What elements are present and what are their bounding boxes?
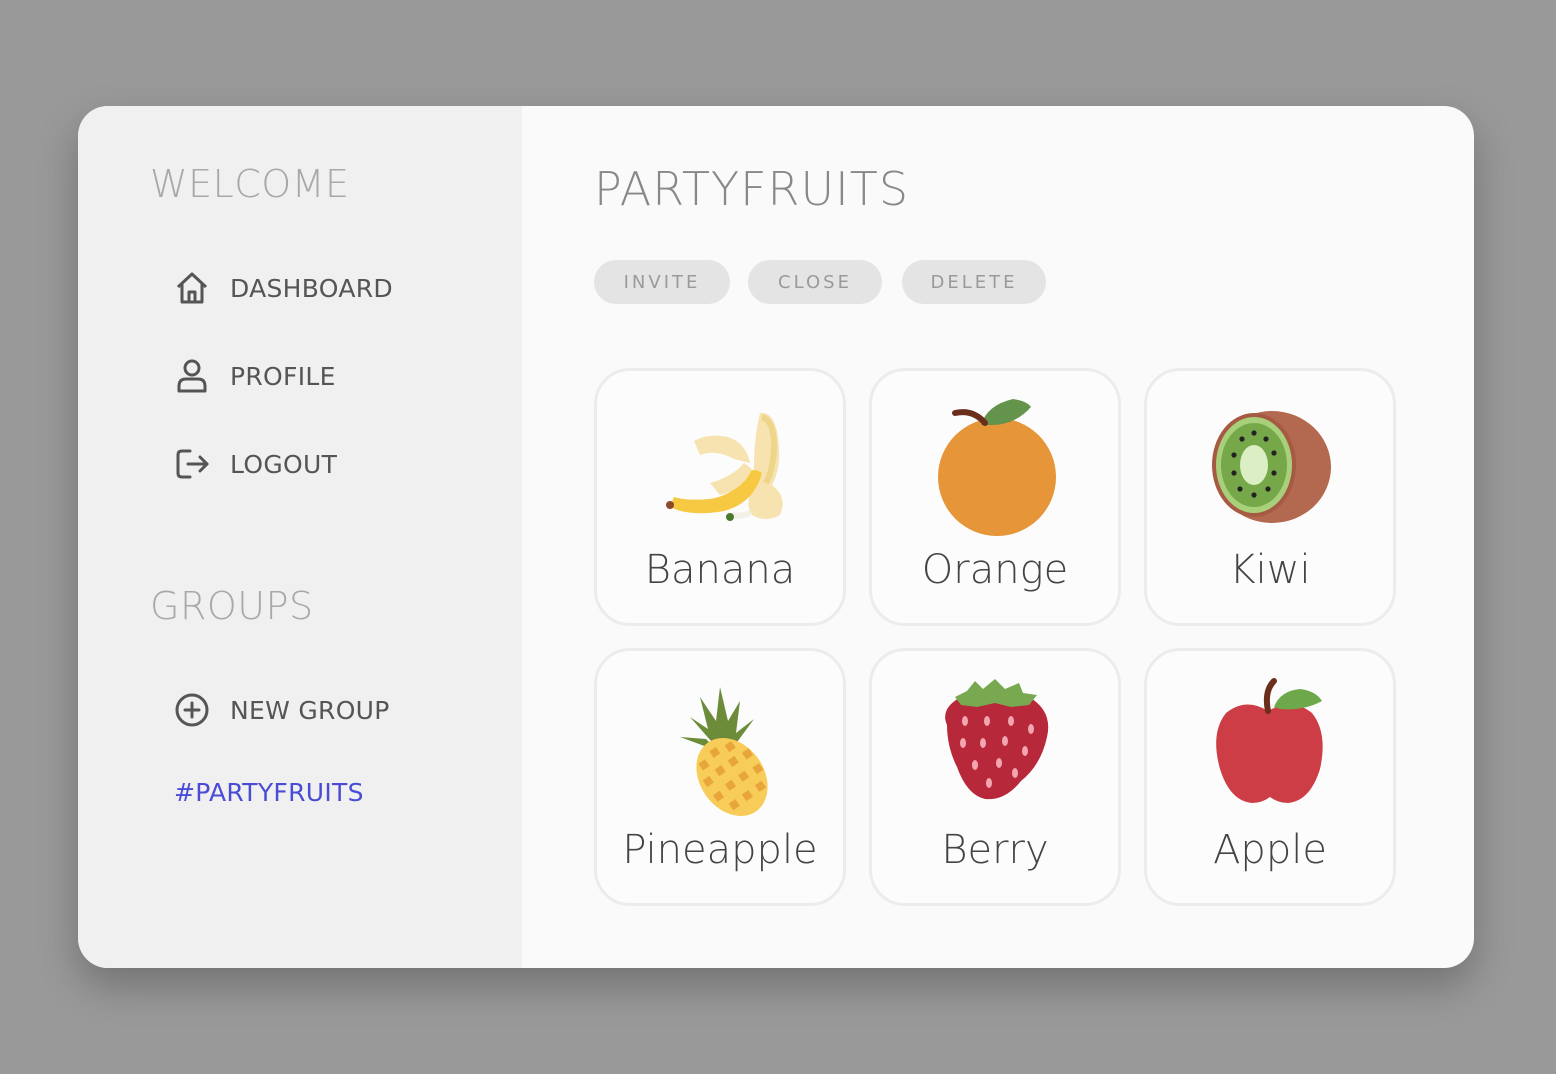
plus-circle-icon [174, 690, 214, 730]
orange-icon [938, 399, 1056, 536]
nav-label-profile: PROFILE [230, 361, 336, 391]
welcome-heading: WELCOME [150, 162, 350, 206]
new-group-button[interactable]: NEW GROUP [174, 690, 390, 730]
close-button[interactable]: CLOSE [748, 260, 882, 304]
fruit-label-berry: Berry [941, 827, 1049, 873]
logout-icon [174, 444, 214, 484]
fruit-card-berry[interactable]: Berry [869, 648, 1121, 906]
nav-item-logout[interactable]: LOGOUT [174, 444, 337, 484]
banana-icon [666, 412, 783, 521]
page-title: PARTYFRUITS [594, 162, 910, 216]
group-link-partyfruits[interactable]: #PARTYFRUITS [174, 778, 364, 807]
fruit-card-banana[interactable]: Banana [594, 368, 846, 626]
app-window: WELCOME DASHBOARD PROFILE LOGOUT GROUPS … [78, 106, 1474, 968]
delete-button[interactable]: DELETE [902, 260, 1046, 304]
home-icon [174, 268, 214, 308]
user-icon [174, 356, 214, 396]
sidebar: WELCOME DASHBOARD PROFILE LOGOUT GROUPS … [78, 106, 522, 968]
fruit-card-orange[interactable]: Orange [869, 368, 1121, 626]
fruit-label-banana: Banana [644, 547, 796, 593]
nav-label-dashboard: DASHBOARD [230, 273, 393, 303]
fruit-card-apple[interactable]: Apple [1144, 648, 1396, 906]
invite-button[interactable]: INVITE [594, 260, 730, 304]
new-group-label: NEW GROUP [230, 695, 390, 725]
nav-item-profile[interactable]: PROFILE [174, 356, 336, 396]
fruit-label-kiwi: Kiwi [1229, 547, 1311, 593]
pineapple-icon [680, 687, 768, 816]
strawberry-icon [945, 679, 1049, 800]
fruit-card-kiwi[interactable]: Kiwi [1144, 368, 1396, 626]
fruit-label-orange: Orange [921, 547, 1069, 593]
kiwi-icon [1212, 411, 1331, 523]
apple-icon [1216, 678, 1323, 803]
fruit-card-pineapple[interactable]: Pineapple [594, 648, 846, 906]
fruit-label-pineapple: Pineapple [622, 827, 818, 873]
nav-item-dashboard[interactable]: DASHBOARD [174, 268, 393, 308]
nav-label-logout: LOGOUT [230, 449, 338, 479]
fruit-label-apple: Apple [1213, 827, 1327, 873]
groups-heading: GROUPS [150, 584, 314, 628]
